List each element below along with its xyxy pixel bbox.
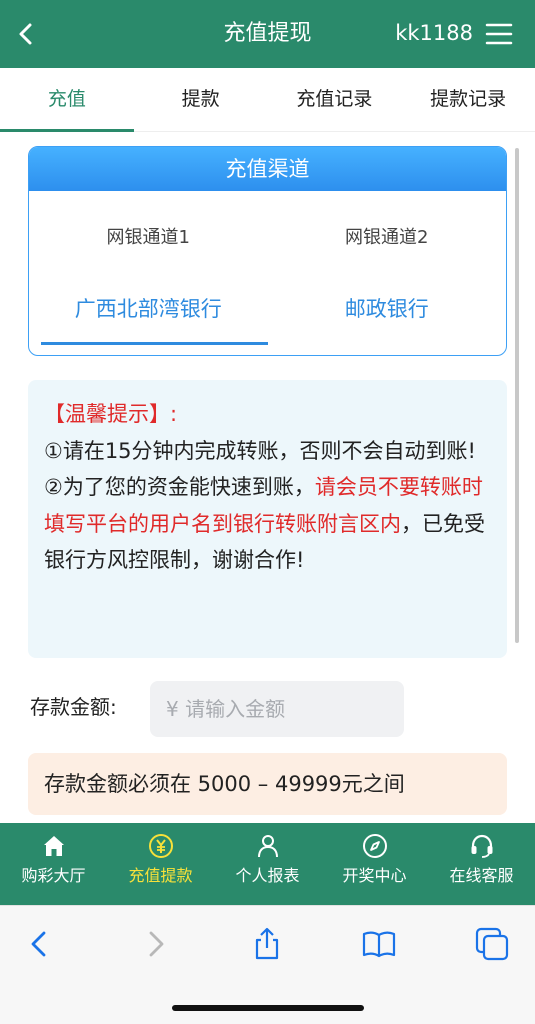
selected-channel-indicator <box>41 342 268 345</box>
notice-line-2-prefix: ②为了您的资金能快速到账， <box>44 475 315 499</box>
compass-icon <box>362 834 387 858</box>
tab-withdraw[interactable]: 提款 <box>134 68 268 131</box>
username-label: kk1188 <box>395 21 473 45</box>
tabs-icon[interactable] <box>474 926 510 962</box>
headset-icon <box>471 834 492 858</box>
notice-heading: 【温馨提示】: <box>44 402 178 426</box>
channel-option-1-name[interactable]: 网银通道1 <box>29 223 268 249</box>
tab-withdraw-history[interactable]: 提款记录 <box>401 68 535 131</box>
bookmarks-icon[interactable] <box>361 926 397 962</box>
channel-option-1-bank[interactable]: 广西北部湾银行 <box>29 293 268 323</box>
tab-bar: 充值 提款 充值记录 提款记录 <box>0 68 535 132</box>
yen-coin-icon <box>148 834 173 858</box>
nav-personal-report[interactable]: 个人报表 <box>214 823 321 905</box>
notice-box: 【温馨提示】: ①请在15分钟内完成转账，否则不会自动到账! ②为了您的资金能快… <box>28 380 507 658</box>
scrollbar[interactable] <box>515 148 519 643</box>
browser-forward-icon[interactable] <box>138 926 174 962</box>
nav-customer-service[interactable]: 在线客服 <box>428 823 535 905</box>
browser-back-icon[interactable] <box>22 926 58 962</box>
deposit-range-hint: 存款金额必须在 5000 – 49999元之间 <box>28 753 507 815</box>
app-header: 充值提现 kk1188 <box>0 0 535 68</box>
nav-lobby[interactable]: 购彩大厅 <box>0 823 107 905</box>
home-icon <box>43 836 64 856</box>
nav-draw-center[interactable]: 开奖中心 <box>321 823 428 905</box>
nav-personal-report-label: 个人报表 <box>235 866 300 885</box>
channel-option-2-bank[interactable]: 邮政银行 <box>268 293 507 323</box>
channel-option-2-name[interactable]: 网银通道2 <box>268 223 507 249</box>
menu-icon[interactable] <box>485 22 513 46</box>
share-icon[interactable] <box>249 926 285 962</box>
nav-draw-center-label: 开奖中心 <box>342 866 407 885</box>
deposit-amount-input[interactable] <box>150 681 404 737</box>
tab-deposit[interactable]: 充值 <box>0 68 134 132</box>
nav-deposit-withdraw[interactable]: 充值提款 <box>107 823 214 905</box>
bottom-nav: 购彩大厅 充值提款 个人报表 开奖中心 在线客服 <box>0 823 535 905</box>
channel-panel-title: 充值渠道 <box>29 147 506 191</box>
nav-deposit-withdraw-label: 充值提款 <box>128 866 193 885</box>
main-content[interactable]: 充值渠道 网银通道1 网银通道2 广西北部湾银行 邮政银行 【温馨提示】: ①请… <box>0 133 535 823</box>
deposit-amount-label: 存款金额: <box>30 695 117 719</box>
nav-lobby-label: 购彩大厅 <box>21 866 86 885</box>
channel-panel: 充值渠道 网银通道1 网银通道2 广西北部湾银行 邮政银行 <box>28 146 507 356</box>
notice-line-1: ①请在15分钟内完成转账，否则不会自动到账! <box>44 438 476 463</box>
home-indicator <box>172 1005 364 1011</box>
tab-deposit-history[interactable]: 充值记录 <box>268 68 402 131</box>
person-icon <box>257 835 278 858</box>
nav-customer-service-label: 在线客服 <box>449 866 514 885</box>
